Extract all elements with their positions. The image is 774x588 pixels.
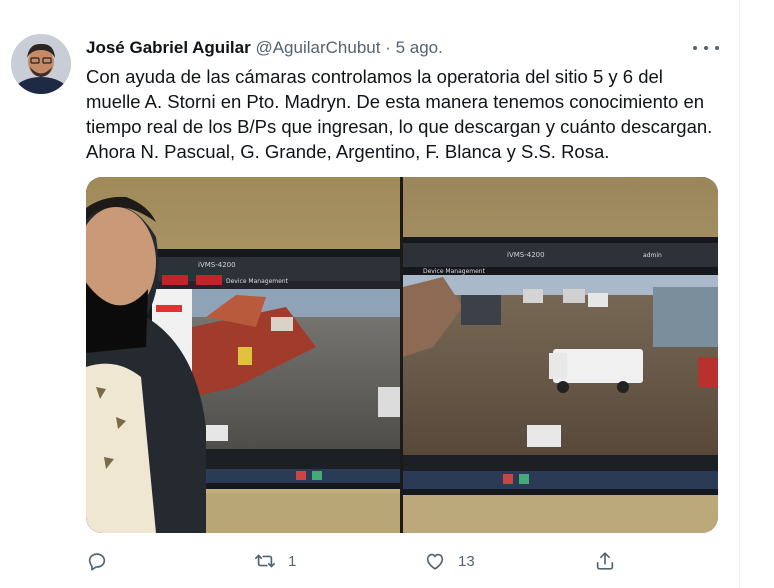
more-options-button[interactable] bbox=[693, 40, 719, 56]
share-icon bbox=[596, 552, 614, 570]
tweet-text-line: tiempo real de los B/Ps que ingresan, lo… bbox=[86, 116, 713, 137]
like-button[interactable]: 13 bbox=[424, 546, 475, 576]
separator-dot: · bbox=[385, 38, 391, 57]
tweet-text-line: Con ayuda de las cámaras controlamos la … bbox=[86, 66, 663, 87]
like-count: 13 bbox=[458, 552, 475, 570]
tweet-text: Con ayuda de las cámaras controlamos la … bbox=[86, 64, 726, 164]
photo-left-image: iVMS-4200 Device Management bbox=[86, 177, 400, 533]
author-handle[interactable]: @AguilarChubut bbox=[255, 38, 380, 57]
media-photo-right[interactable]: iVMS-4200 Device Management admin bbox=[403, 177, 718, 533]
more-horizontal-icon bbox=[693, 46, 697, 50]
tweet-timestamp[interactable]: 5 ago. bbox=[396, 38, 443, 57]
more-horizontal-icon bbox=[715, 46, 719, 50]
share-button[interactable] bbox=[594, 546, 628, 576]
author-name[interactable]: José Gabriel Aguilar bbox=[86, 38, 251, 57]
monitor-user-right: admin bbox=[643, 252, 662, 259]
tweet-header: José Gabriel Aguilar @AguilarChubut · 5 … bbox=[86, 37, 443, 59]
avatar[interactable] bbox=[11, 34, 71, 94]
tweet-text-line: muelle A. Storni en Pto. Madryn. De esta… bbox=[86, 91, 705, 112]
heart-icon bbox=[426, 553, 444, 570]
photo-right-image: iVMS-4200 Device Management admin bbox=[403, 177, 718, 533]
tweet-actions: 1 13 bbox=[86, 546, 626, 576]
monitor-app-title-right: iVMS-4200 bbox=[507, 251, 545, 259]
media-photo-left[interactable]: iVMS-4200 Device Management bbox=[86, 177, 400, 533]
tweet-text-line: Ahora N. Pascual, G. Grande, Argentino, … bbox=[86, 141, 610, 162]
monitor-app-title-left: iVMS-4200 bbox=[198, 261, 236, 269]
retweet-icon bbox=[255, 554, 275, 568]
tweet-card[interactable]: José Gabriel Aguilar @AguilarChubut · 5 … bbox=[0, 0, 740, 588]
more-horizontal-icon bbox=[704, 46, 708, 50]
avatar-photo bbox=[11, 34, 71, 94]
monitor-menu-left: Device Management bbox=[226, 278, 289, 285]
reply-button[interactable] bbox=[86, 546, 120, 576]
retweet-count: 1 bbox=[288, 552, 297, 570]
tweet-media: iVMS-4200 Device Management iVMS-4200 De… bbox=[86, 177, 718, 533]
retweet-button[interactable]: 1 bbox=[254, 546, 296, 576]
monitor-menu-right: Device Management bbox=[423, 268, 486, 275]
reply-icon bbox=[88, 553, 106, 571]
